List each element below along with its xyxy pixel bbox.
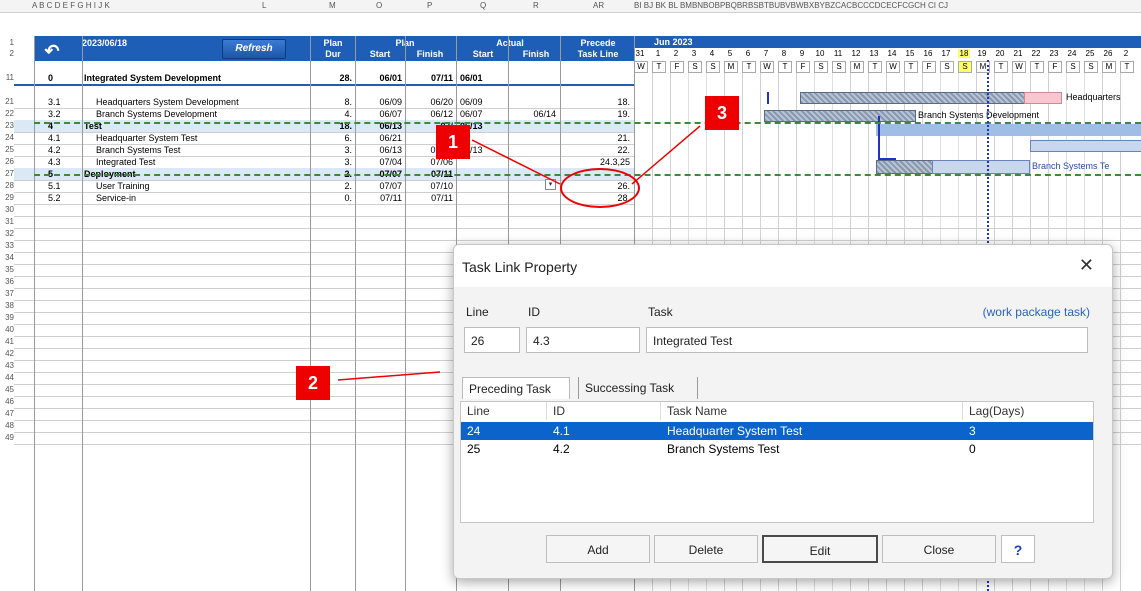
tab-successing-task[interactable]: Successing Task [578,377,698,399]
work-package-task-link[interactable]: (work package task) [983,305,1090,319]
line-field[interactable]: 26 [464,327,520,353]
dialog-titlebar: Task Link Property ✕ [454,245,1112,287]
list-item[interactable]: 24 4.1 Headquarter System Test 3 [461,422,1093,440]
list-item[interactable]: 25 4.2 Branch Systems Test 0 [461,440,1093,458]
list-header-id[interactable]: ID [547,402,661,420]
list-cell-lag: 0 [969,442,976,456]
close-icon[interactable]: ✕ [1079,255,1094,276]
task-field[interactable]: Integrated Test [646,327,1088,353]
list-header-lag[interactable]: Lag(Days) [963,402,1093,420]
tab-preceding-task[interactable]: Preceding Task [462,377,570,399]
list-cell-line: 24 [467,424,481,438]
list-cell-task-name: Branch Systems Test [667,442,780,456]
callout-2: 2 [296,366,330,400]
list-header-line[interactable]: Line [461,402,547,420]
list-cell-task-name: Headquarter System Test [667,424,803,438]
spreadsheet: A B C D E F G H I J K L M O P Q R AR BI … [0,0,1141,591]
list-cell-id: 4.2 [553,442,570,456]
id-field[interactable]: 4.3 [526,327,640,353]
list-cell-line: 25 [467,442,481,456]
task-link-property-dialog: Task Link Property ✕ Line ID Task (work … [453,244,1113,579]
callout-3: 3 [705,96,739,130]
help-button[interactable]: ? [1001,535,1035,563]
id-label: ID [528,305,540,319]
edit-button[interactable]: Edit [762,535,878,563]
list-cell-lag: 3 [969,424,976,438]
dialog-title: Task Link Property [462,259,578,275]
preceding-task-list[interactable]: Line ID Task Name Lag(Days) 24 4.1 Headq… [460,401,1094,523]
callout-1: 1 [436,125,470,159]
delete-button[interactable]: Delete [654,535,758,563]
add-button[interactable]: Add [546,535,650,563]
list-cell-id: 4.1 [553,424,570,438]
list-header-task-name[interactable]: Task Name [661,402,963,420]
task-label: Task [648,305,673,319]
line-label: Line [466,305,489,319]
close-button[interactable]: Close [882,535,996,563]
